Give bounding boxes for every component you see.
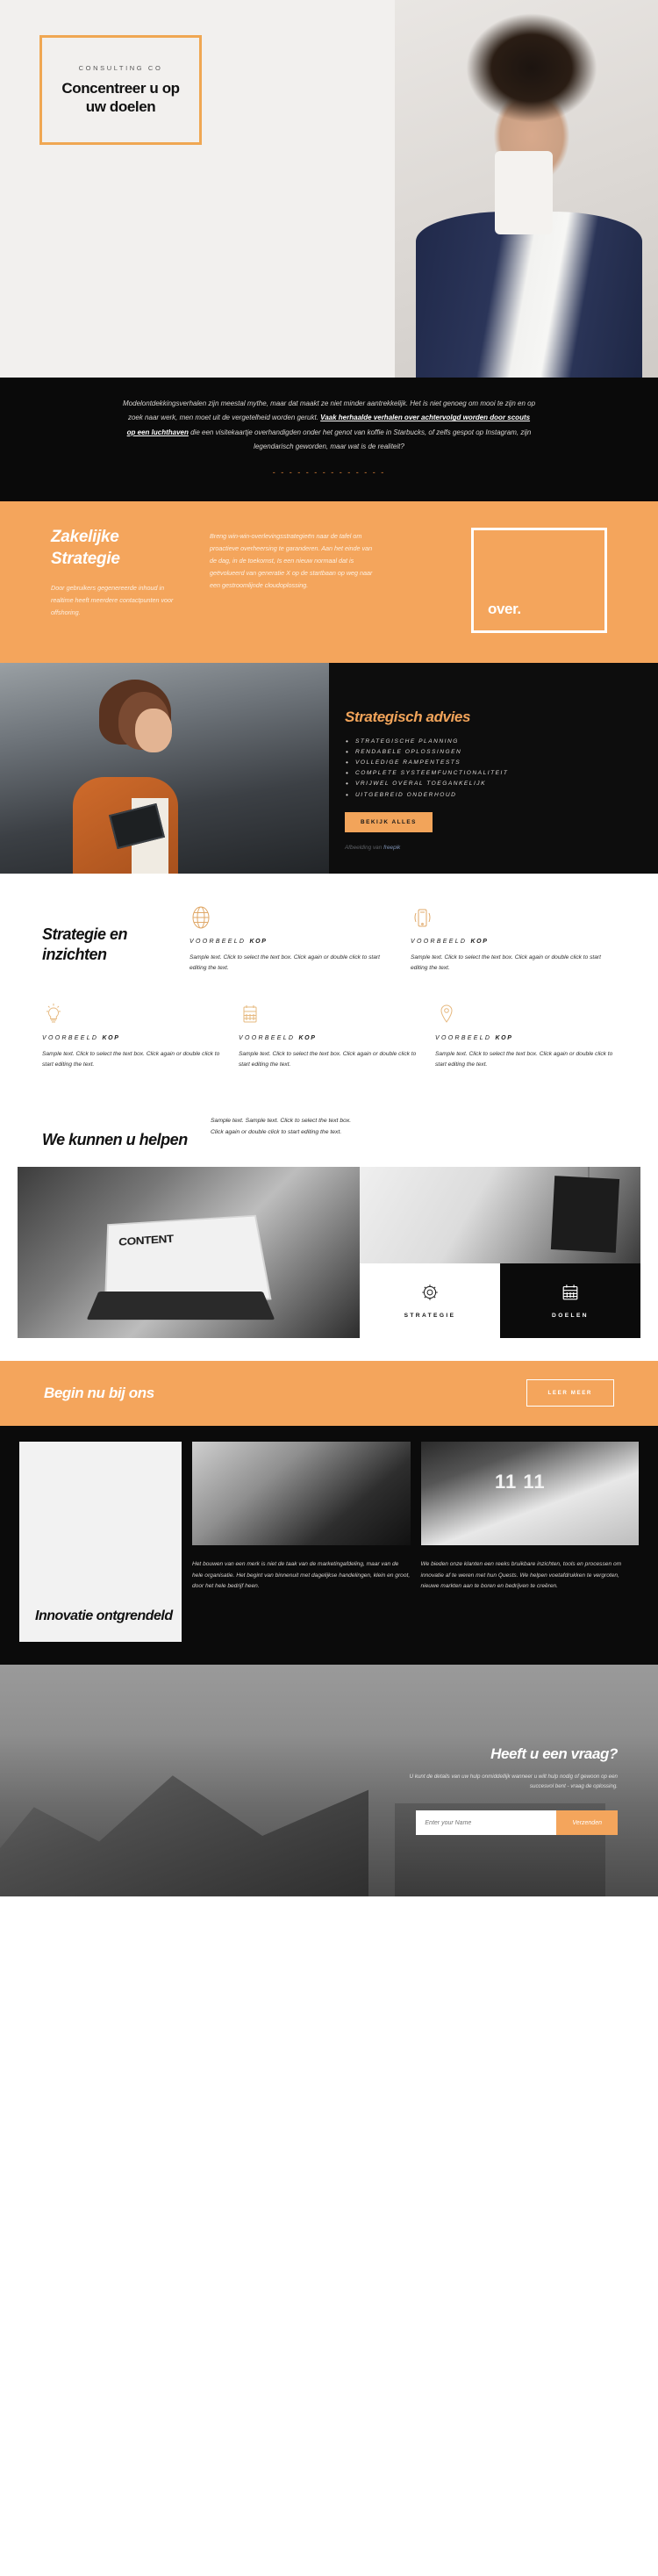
feature-kop-light: VOORBEELD [435, 1034, 496, 1041]
feature-body: Sample text. Click to select the text bo… [435, 1050, 613, 1069]
feature-body: Sample text. Click to select the text bo… [42, 1050, 220, 1069]
name-input[interactable] [416, 1810, 557, 1836]
cta-title: Begin nu bij ons [44, 1384, 154, 1401]
feature-card: VOORBEELD KOP Sample text. Click to sele… [190, 900, 395, 974]
hero-eyebrow: CONSULTING CO [78, 63, 163, 72]
feature-kop-light: VOORBEELD [42, 1034, 103, 1041]
help-body: Sample text. Sample text. Click to selec… [211, 1118, 352, 1136]
help-title: We kunnen u helpen [42, 1131, 188, 1149]
feature-card: VOORBEELD KOP Sample text. Click to sele… [239, 997, 419, 1070]
learn-more-button[interactable]: LEER MEER [526, 1379, 614, 1407]
innovation-photo-number: 11 11 [494, 1470, 546, 1493]
feature-kop: VOORBEELD KOP [411, 939, 616, 945]
hero-photo [395, 0, 658, 378]
hero-section: CONSULTING CO Concentreer u op uw doelen [0, 0, 658, 378]
image-credit-prefix: Afbeelding van [345, 844, 384, 851]
innovation-column: Het bouwen van een merk is niet de taak … [192, 1441, 411, 1642]
feature-kop-light: VOORBEELD [190, 938, 250, 945]
feature-kop-bold: KOP [298, 1034, 317, 1041]
feature-kop-bold: KOP [102, 1034, 120, 1041]
feature-card: VOORBEELD KOP Sample text. Click to sele… [42, 997, 223, 1070]
feature-kop: VOORBEELD KOP [239, 1035, 419, 1041]
feature-kop-bold: KOP [470, 938, 489, 945]
help-section: We kunnen u helpen Sample text. Sample t… [0, 1093, 658, 1361]
image-credit: Afbeelding van freepik [345, 845, 637, 851]
page-title: Concentreer u op uw doelen [61, 79, 180, 115]
help-box-goals-label: DOELEN [552, 1312, 589, 1319]
quote-section: Modelontdekkingsverhalen zijn meestal my… [0, 378, 658, 501]
advice-title: Strategisch advies [345, 708, 471, 725]
advice-list-item: VRIJWEL OVERAL TOEGANKELIJK [345, 778, 637, 791]
innovation-title: Innovatie ontgrendeld [35, 1608, 173, 1623]
lightbulb-icon [42, 997, 223, 1026]
laptop-screen-label: CONTENT [118, 1232, 175, 1248]
advice-list-item: UITGEBREID ONDERHOUD [345, 788, 637, 802]
submit-button[interactable]: Verzenden [556, 1810, 618, 1836]
innovation-column: 11 11 We bieden onze klanten een reeks b… [420, 1441, 639, 1642]
feature-kop-bold: KOP [249, 938, 268, 945]
freepik-link[interactable]: freepik [383, 845, 400, 851]
strategy-title: Zakelijke Strategie [51, 527, 120, 568]
help-photo-office: CONTENT [18, 1166, 360, 1338]
innovation-title-panel: Innovatie ontgrendeld [19, 1441, 182, 1642]
innovation-body-1: Het bouwen van een merk is niet de taak … [192, 1560, 411, 1590]
footer-section: Heeft u een vraag? U kunt de details van… [0, 1664, 658, 1896]
cta-band: Begin nu bij ons LEER MEER [0, 1360, 658, 1426]
dashed-divider: - - - - - - - - - - - - - - [272, 467, 386, 477]
advice-photo [0, 662, 329, 874]
feature-body: Sample text. Click to select the text bo… [190, 953, 380, 971]
quote-text: Modelontdekkingsverhalen zijn meestal my… [123, 397, 535, 455]
globe-icon [190, 900, 395, 930]
feature-body: Sample text. Click to select the text bo… [239, 1050, 417, 1069]
gear-icon [420, 1283, 440, 1306]
over-box: over. [471, 527, 607, 633]
advice-list-item: STRATEGISCHE PLANNING [345, 736, 637, 749]
feature-card: VOORBEELD KOP Sample text. Click to sele… [411, 900, 616, 974]
view-all-button[interactable]: BEKIJK ALLES [345, 811, 433, 832]
feature-card: VOORBEELD KOP Sample text. Click to sele… [435, 997, 616, 1070]
advice-list-item: VOLLEDIGE RAMPENTESTS [345, 757, 637, 770]
contact-form: Verzenden [40, 1810, 618, 1836]
innovation-photo-desk [192, 1441, 411, 1545]
help-box-strategy[interactable]: STRATEGIE [360, 1263, 500, 1338]
mobile-icon [411, 900, 616, 930]
innovation-body-2: We bieden onze klanten een reeks bruikba… [420, 1560, 622, 1590]
feature-kop: VOORBEELD KOP [190, 939, 395, 945]
calendar-icon [239, 997, 419, 1026]
feature-kop-light: VOORBEELD [239, 1034, 299, 1041]
help-box-goals[interactable]: DOELEN [500, 1263, 640, 1338]
advice-ghost-text [345, 698, 637, 707]
strategy-subtitle: Door gebruikers gegenereerde inhoud in r… [51, 584, 174, 617]
help-photo-tag [360, 1166, 640, 1263]
advice-list-item: RENDABELE OPLOSSINGEN [345, 746, 637, 759]
feature-kop-light: VOORBEELD [411, 938, 471, 945]
hero-frame: CONSULTING CO Concentreer u op uw doelen [39, 35, 202, 145]
over-box-label: over. [488, 600, 521, 617]
feature-kop-bold: KOP [495, 1034, 513, 1041]
features-heading: Strategie en inzichten [42, 925, 128, 963]
feature-kop: VOORBEELD KOP [42, 1035, 223, 1041]
feature-body: Sample text. Click to select the text bo… [411, 953, 601, 971]
footer-title: Heeft u een vraag? [490, 1745, 618, 1762]
landing-page: CONSULTING CO Concentreer u op uw doelen… [0, 0, 658, 1896]
strategy-section: Zakelijke Strategie Door gebruikers gege… [0, 500, 658, 663]
help-box-strategy-label: STRATEGIE [404, 1312, 456, 1319]
feature-kop: VOORBEELD KOP [435, 1035, 616, 1041]
innovation-section: Innovatie ontgrendeld Het bouwen van een… [0, 1425, 658, 1665]
advice-list-item: COMPLETE SYSTEEMFUNCTIONALITEIT [345, 767, 637, 781]
calendar-icon [561, 1283, 580, 1306]
quote-part2: die een visitekaartje overhandigden onde… [188, 428, 532, 451]
advice-section: Strategisch advies STRATEGISCHE PLANNING… [0, 662, 658, 874]
innovation-photo-phone: 11 11 [420, 1441, 639, 1545]
strategy-body: Breng win-win-overlevingsstrategieën naa… [210, 531, 373, 589]
advice-list: STRATEGISCHE PLANNING RENDABELE OPLOSSIN… [345, 736, 637, 802]
location-pin-icon [435, 997, 616, 1026]
footer-body: U kunt de details van uw hulp onmiddelli… [409, 1773, 618, 1789]
features-section: Strategie en inzichten VOORBEELD KOP Sam… [0, 873, 658, 1094]
